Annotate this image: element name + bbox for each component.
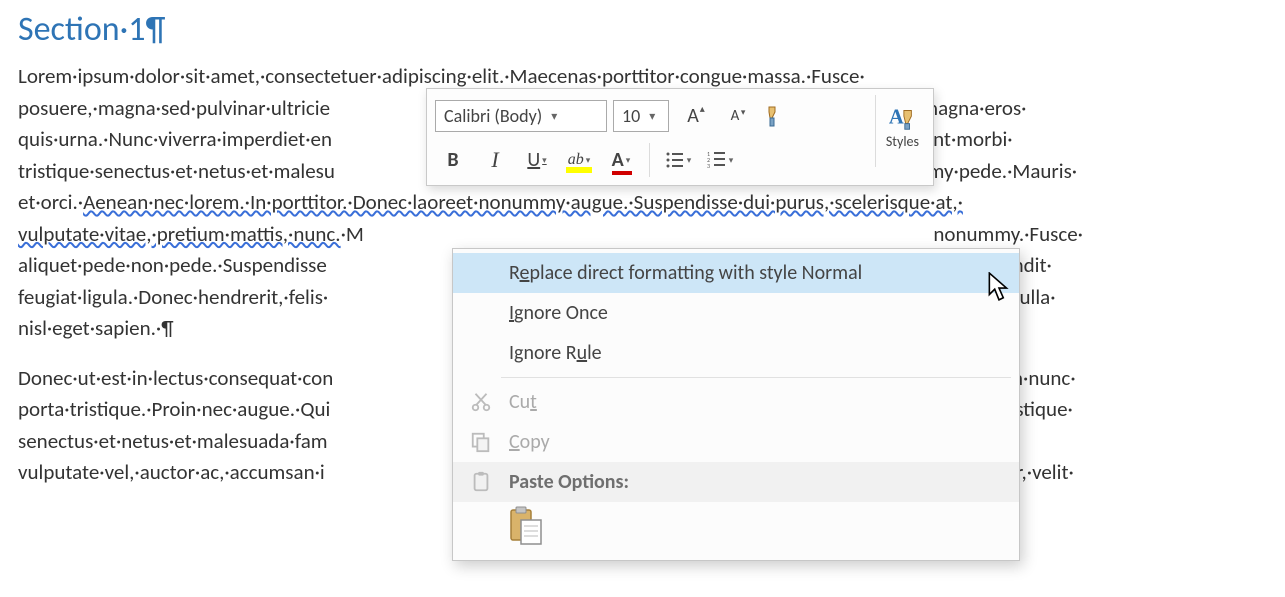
text-run: tristique·senectus·et·netus·et·malesu — [18, 158, 335, 184]
clipboard-icon — [467, 468, 495, 496]
text-run: nonummy.·Fusce· — [933, 221, 1083, 247]
separator — [875, 95, 876, 167]
text-run: et·orci.· — [18, 189, 83, 215]
underline-button[interactable]: U▾ — [519, 145, 555, 175]
text-run: aliquet·pede·non·pede.·Suspendisse — [18, 252, 327, 278]
highlight-button[interactable]: ab▾ — [561, 145, 597, 175]
paste-option-keep-source[interactable] — [509, 506, 545, 552]
font-size-value: 10 — [622, 105, 640, 127]
menu-item-copy: Copy — [453, 422, 1019, 462]
menu-label: Ignore Rule — [509, 341, 602, 365]
svg-text:3: 3 — [707, 162, 710, 170]
text-run: posuere,·magna·sed·pulvinar·ultricie — [18, 95, 330, 121]
menu-item-replace-formatting[interactable]: Replace direct formatting with style Nor… — [453, 253, 1019, 293]
menu-label: Copy — [509, 430, 550, 454]
context-menu: Replace direct formatting with style Nor… — [452, 248, 1020, 561]
clipboard-paste-icon — [509, 506, 545, 546]
shrink-font-button[interactable]: A — [717, 101, 753, 131]
text-run: quis·urna.·Nunc·viverra·imperdiet·en — [18, 126, 332, 152]
mouse-cursor-icon — [988, 272, 1010, 302]
scissors-icon — [467, 388, 495, 416]
font-size-combo[interactable]: 10 ▾ — [613, 100, 669, 132]
font-name-combo[interactable]: Calibri (Body) ▾ — [435, 100, 607, 132]
text-run: feugiat·ligula.·Donec·hendrerit,·felis· — [18, 284, 328, 310]
numbering-button[interactable]: 1 2 3 ▾ — [702, 145, 738, 175]
format-painter-button[interactable] — [759, 101, 795, 131]
font-color-button[interactable]: A▾ — [603, 145, 639, 175]
text-run: ·M — [341, 221, 364, 247]
copy-icon — [467, 428, 495, 456]
svg-text:A: A — [889, 106, 904, 128]
styles-icon: A — [887, 103, 917, 133]
styles-label: Styles — [886, 133, 919, 150]
menu-label: Paste Options: — [509, 470, 629, 494]
chevron-down-icon[interactable]: ▾ — [546, 109, 562, 124]
grow-font-button[interactable]: A — [675, 101, 711, 131]
bullets-button[interactable]: ▾ — [660, 145, 696, 175]
italic-button[interactable]: I — [477, 145, 513, 175]
text-run: Donec·ut·est·in·lectus·consequat·con — [18, 365, 333, 391]
chevron-down-icon[interactable]: ▾ — [644, 109, 660, 124]
separator — [649, 143, 650, 177]
menu-label: Ignore Once — [509, 301, 608, 325]
text-run: porta·tristique.·Proin·nec·augue.·Qui — [18, 396, 330, 422]
menu-item-ignore-rule[interactable]: Ignore Rule — [453, 333, 1019, 373]
text-run: senectus·et·netus·et·malesuada·fam — [18, 428, 328, 454]
numbering-icon: 1 2 3 — [707, 150, 727, 170]
menu-label: Cut — [509, 390, 537, 414]
grammar-wavy[interactable]: Aenean·nec·lorem.·In·porttitor.·Donec·la… — [83, 189, 963, 215]
text-run: vulputate·vel,·auctor·ac,·accumsan·i — [18, 459, 325, 485]
mini-toolbar: Calibri (Body) ▾ 10 ▾ A A B I — [426, 88, 934, 186]
menu-label: Replace direct formatting with style Nor… — [509, 261, 862, 285]
bullets-icon — [665, 150, 685, 170]
text-run: nisl·eget·sapien.·¶ — [18, 315, 174, 341]
menu-item-ignore-once[interactable]: Ignore Once — [453, 293, 1019, 333]
paintbrush-icon — [765, 104, 789, 128]
paste-options-icons — [453, 502, 1019, 556]
font-name-value: Calibri (Body) — [444, 105, 542, 127]
menu-item-cut: Cut — [453, 382, 1019, 422]
menu-item-paste-options-header: Paste Options: — [453, 462, 1019, 502]
text-run: Lorem·ipsum·dolor·sit·amet,·consectetuer… — [18, 63, 865, 89]
grammar-wavy[interactable]: vulputate·vitae,·pretium·mattis,·nunc. — [18, 221, 341, 247]
styles-button[interactable]: A Styles — [880, 95, 925, 157]
bold-button[interactable]: B — [435, 145, 471, 175]
heading-section-1[interactable]: Section·1¶ — [18, 4, 1267, 55]
menu-separator — [501, 377, 1011, 378]
